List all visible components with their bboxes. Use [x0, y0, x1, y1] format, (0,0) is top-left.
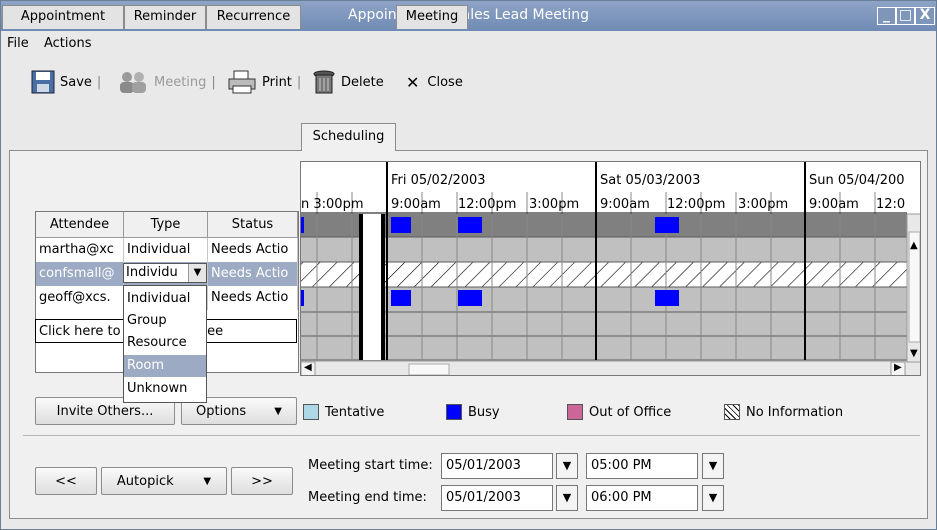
toolbar-separator: | [211, 74, 216, 90]
tab-appointment[interactable]: Appointment [2, 5, 124, 29]
meeting-start-label: Meeting start time: [308, 458, 433, 473]
chevron-down-icon[interactable]: ▼ [702, 453, 724, 479]
maximize-button[interactable]: □ [896, 7, 915, 25]
tentative-swatch [303, 404, 319, 420]
menu-bar: File Actions [1, 31, 936, 56]
chevron-down-icon[interactable]: ▼ [556, 485, 578, 511]
people-icon [120, 72, 146, 93]
tab-reminder[interactable]: Reminder [124, 5, 206, 29]
start-time-field[interactable]: 05:00 PM [586, 453, 698, 479]
start-date-field[interactable]: 05/01/2003 [441, 453, 553, 479]
time-label: 9:00am [809, 197, 859, 212]
type-cell[interactable]: Individual [124, 238, 208, 262]
out-of-office-swatch [567, 404, 583, 420]
time-label: n 3:00pm [301, 197, 364, 212]
menu-file[interactable]: File [7, 36, 29, 51]
day-label: Sat 05/03/2003 [600, 173, 701, 188]
time-label: 12:00pm [667, 197, 726, 212]
print-button[interactable]: Print | [227, 69, 301, 95]
close-x-icon: ✕ [406, 72, 420, 92]
chevron-down-icon[interactable]: ▼ [188, 264, 206, 282]
appointment-window: Appointment - Sales Lead Meeting _ □ X F… [0, 0, 937, 530]
type-option-individual[interactable]: Individual [124, 288, 206, 310]
minimize-button[interactable]: _ [877, 7, 896, 25]
type-combo[interactable]: Individu ▼ [123, 263, 207, 283]
status-cell[interactable]: Needs Actio [208, 286, 298, 310]
type-dropdown-list: Individual Group Resource Room Unknown [123, 285, 207, 403]
autopick-label: Autopick [116, 473, 174, 489]
attendee-cell-selected[interactable]: confsmall@ [36, 262, 124, 286]
save-button[interactable]: Save | [31, 69, 101, 95]
end-time-field[interactable]: 06:00 PM [586, 485, 698, 511]
divider [23, 435, 920, 436]
time-label: 9:00am [600, 197, 650, 212]
delete-label: Delete [341, 74, 384, 90]
schedule-grid[interactable]: Fri 05/02/2003 Sat 05/03/2003 Sun 05/04/… [300, 161, 921, 376]
trash-icon [313, 70, 335, 94]
time-label: 3:00pm [529, 197, 580, 212]
chevron-down-icon[interactable]: ▼ [556, 453, 578, 479]
type-option-room[interactable]: Room [124, 355, 206, 377]
time-label: 12:0 [876, 197, 906, 212]
toolbar-separator: | [96, 74, 102, 90]
previous-button[interactable]: << [35, 467, 97, 495]
status-cell-selected[interactable]: Needs Actio [208, 262, 298, 286]
printer-icon [228, 70, 256, 94]
tab-scheduling[interactable]: Scheduling [301, 123, 396, 151]
tab-recurrence[interactable]: Recurrence [206, 5, 301, 29]
close-button[interactable]: ✕ Close [406, 69, 463, 95]
autopick-button[interactable]: Autopick ▼ [101, 467, 227, 495]
day-label: Sun 05/04/200 [809, 173, 905, 188]
chevron-down-icon: ▼ [203, 475, 212, 487]
next-button[interactable]: >> [231, 467, 293, 495]
legend-busy-label: Busy [468, 404, 500, 420]
scroll-up-icon[interactable]: ▲ [910, 240, 918, 251]
col-header-type[interactable]: Type [124, 212, 208, 238]
save-label: Save [60, 74, 92, 90]
scroll-down-icon[interactable]: ▼ [910, 348, 918, 359]
time-label: 9:00am [391, 197, 441, 212]
scroll-right-icon[interactable]: ▶ [894, 362, 902, 373]
meeting-button[interactable]: Meeting | [117, 69, 216, 95]
legend-no-information-label: No Information [746, 404, 844, 420]
attendee-cell[interactable]: martha@xc [36, 238, 124, 262]
busy-swatch [446, 404, 462, 420]
col-header-status[interactable]: Status [208, 212, 298, 238]
type-option-group[interactable]: Group [124, 310, 206, 332]
legend-out-of-office-label: Out of Office [589, 404, 672, 420]
legend-busy: Busy [446, 403, 500, 421]
time-label: 12:00pm [458, 197, 517, 212]
chevron-down-icon[interactable]: ▼ [702, 485, 724, 511]
close-window-button[interactable]: X [915, 7, 935, 25]
legend-out-of-office: Out of Office [567, 403, 671, 421]
scroll-left-icon[interactable]: ◀ [304, 362, 312, 373]
legend-tentative: Tentative [303, 403, 384, 421]
time-label: 3:00pm [738, 197, 789, 212]
menu-actions[interactable]: Actions [44, 36, 92, 51]
col-header-attendee[interactable]: Attendee [36, 212, 124, 238]
save-icon [31, 70, 55, 94]
toolbar-separator: | [296, 74, 302, 90]
attendee-cell[interactable]: geoff@xcs. [36, 286, 124, 310]
tab-meeting[interactable]: Meeting [396, 5, 468, 29]
type-option-unknown[interactable]: Unknown [124, 378, 206, 400]
toolbar: Save | Meeting | Print | Delete ✕ Close [1, 59, 936, 103]
schedule-grid-canvas [301, 162, 920, 375]
end-date-field[interactable]: 05/01/2003 [441, 485, 553, 511]
legend-no-information: No Information [724, 403, 843, 421]
type-combo-value: Individu [126, 265, 178, 280]
day-label: Fri 05/02/2003 [391, 173, 486, 188]
close-label: Close [427, 74, 463, 90]
status-cell[interactable]: Needs Actio [208, 238, 298, 262]
legend-tentative-label: Tentative [325, 404, 385, 420]
delete-button[interactable]: Delete [312, 69, 384, 95]
add-attendee-text-left: Click here to [39, 324, 121, 339]
options-label: Options [196, 403, 247, 419]
meeting-label: Meeting [154, 74, 207, 90]
chevron-down-icon: ▼ [274, 405, 282, 417]
type-option-resource[interactable]: Resource [124, 332, 206, 354]
meeting-end-label: Meeting end time: [308, 490, 427, 505]
print-label: Print [262, 74, 292, 90]
no-information-swatch [724, 404, 740, 420]
